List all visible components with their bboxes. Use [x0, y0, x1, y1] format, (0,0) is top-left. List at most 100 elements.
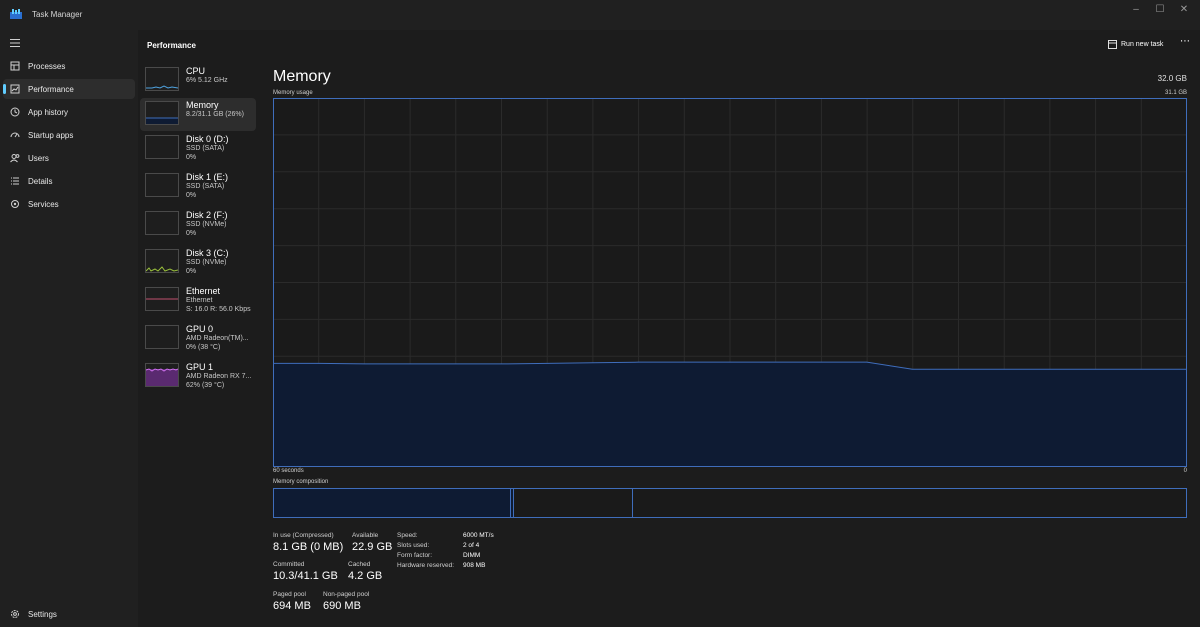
nav-item-settings[interactable]: Settings [3, 605, 135, 625]
composition-free [633, 489, 1186, 517]
tile-detail: AMD Radeon RX 7... [186, 373, 252, 380]
task-manager-icon [10, 9, 22, 19]
disk-2-thumbnail [145, 211, 179, 235]
tile-throughput: S: 16.0 R: 56.0 Kbps [186, 306, 251, 313]
title-bar: Task Manager – ☐ ✕ [0, 0, 1200, 30]
in-use-label: In use (Compressed) [273, 532, 334, 539]
form-factor-label: Form factor: [397, 552, 433, 559]
nav-item-startup-apps[interactable]: Startup apps [3, 125, 135, 145]
tile-name: CPU [186, 66, 206, 76]
tile-utilization: 0% [186, 154, 197, 161]
nav-label: App history [28, 108, 69, 117]
hardware-reserved-label: Hardware reserved: [397, 562, 455, 569]
cached-label: Cached [348, 561, 371, 568]
run-new-task-button[interactable]: Run new task [1106, 39, 1166, 51]
tile-utilization: 0% [186, 192, 197, 199]
memory-usage-graph [273, 98, 1187, 467]
tile-gpu-1[interactable]: GPU 1 AMD Radeon RX 7... 62% (39 °C) [140, 360, 256, 393]
processes-icon [10, 61, 20, 71]
non-paged-pool-label: Non-paged pool [323, 591, 370, 598]
more-options-button[interactable]: ⋯ [1178, 36, 1192, 48]
in-use-value: 8.1 GB (0 MB) [273, 541, 344, 553]
services-icon [11, 200, 19, 208]
app-history-icon [10, 107, 20, 117]
committed-label: Committed [273, 561, 305, 568]
form-factor-value: DIMM [463, 552, 481, 559]
x-axis-end-label: 0 [1183, 468, 1187, 474]
memory-title: Memory [273, 68, 331, 85]
tile-name: Disk 1 (E:) [186, 172, 229, 182]
tile-detail: 6% 5.12 GHz [186, 77, 228, 84]
memory-composition-label: Memory composition [273, 479, 329, 485]
tile-utilization: 0% (38 °C) [186, 344, 221, 351]
ethernet-thumbnail [145, 287, 179, 311]
hamburger-menu-icon[interactable] [9, 38, 21, 48]
nav-item-processes[interactable]: Processes [3, 56, 135, 76]
nav-label: Details [28, 177, 53, 186]
tile-name: GPU 1 [186, 362, 214, 372]
tile-cpu[interactable]: CPU 6% 5.12 GHz [140, 64, 256, 97]
cpu-thumbnail [145, 67, 179, 91]
tile-utilization: 0% [186, 268, 197, 275]
tile-detail: Ethernet [186, 297, 213, 304]
run-new-task-label: Run new task [1121, 41, 1164, 48]
run-task-icon [1108, 40, 1117, 49]
tile-detail: SSD (NVMe) [186, 259, 227, 266]
tile-ethernet[interactable]: Ethernet Ethernet S: 16.0 R: 56.0 Kbps [140, 284, 256, 317]
nav-item-services[interactable]: Services [3, 194, 135, 214]
speed-value: 6000 MT/s [463, 532, 494, 539]
performance-icon [10, 84, 20, 94]
tile-utilization: 0% [186, 230, 197, 237]
slots-used-label: Slots used: [397, 542, 430, 549]
nav-label: Processes [28, 62, 66, 71]
tile-utilization: 62% (39 °C) [186, 382, 225, 389]
committed-value: 10.3/41.1 GB [273, 570, 338, 582]
minimize-button[interactable]: – [1124, 3, 1148, 17]
tile-detail: SSD (NVMe) [186, 221, 227, 228]
slots-used-value: 2 of 4 [463, 542, 480, 549]
tile-name: Ethernet [186, 286, 221, 296]
nav-item-users[interactable]: Users [3, 148, 135, 168]
paged-pool-value: 694 MB [273, 600, 311, 612]
tile-disk-3[interactable]: Disk 3 (C:) SSD (NVMe) 0% [140, 246, 256, 279]
nav-item-app-history[interactable]: App history [3, 102, 135, 122]
cached-value: 4.2 GB [348, 570, 383, 582]
tile-name: Disk 3 (C:) [186, 248, 229, 258]
startup-apps-icon [10, 132, 20, 138]
page-title: Performance [147, 41, 196, 50]
users-icon [10, 154, 20, 163]
available-value: 22.9 GB [352, 541, 393, 553]
memory-composition-bar [273, 488, 1187, 518]
navigation-pane: Processes Performance App history Startu… [0, 30, 138, 627]
non-paged-pool-value: 690 MB [323, 600, 361, 612]
nav-item-performance[interactable]: Performance [3, 79, 135, 99]
memory-thumbnail [145, 101, 179, 125]
memory-total: 32.0 GB [1157, 74, 1187, 83]
paged-pool-label: Paged pool [273, 591, 306, 598]
close-button[interactable]: ✕ [1172, 3, 1196, 17]
tile-detail: SSD (SATA) [186, 145, 225, 152]
tile-disk-0[interactable]: Disk 0 (D:) SSD (SATA) 0% [140, 132, 256, 165]
tile-disk-1[interactable]: Disk 1 (E:) SSD (SATA) 0% [140, 170, 256, 203]
settings-label: Settings [28, 610, 57, 619]
maximize-button[interactable]: ☐ [1148, 3, 1172, 17]
tile-memory[interactable]: Memory 8.2/31.1 GB (26%) [140, 98, 256, 131]
nav-item-details[interactable]: Details [3, 171, 135, 191]
speed-label: Speed: [397, 532, 418, 539]
tile-disk-2[interactable]: Disk 2 (F:) SSD (NVMe) 0% [140, 208, 256, 241]
available-label: Available [352, 532, 379, 539]
tile-detail: AMD Radeon(TM)... [186, 335, 249, 342]
x-axis-start-label: 60 seconds [273, 468, 304, 474]
nav-label: Startup apps [28, 131, 74, 140]
hardware-reserved-value: 908 MB [463, 562, 486, 569]
tile-name: GPU 0 [186, 324, 214, 334]
active-indicator [3, 84, 6, 94]
disk-1-thumbnail [145, 173, 179, 197]
tile-name: Disk 0 (D:) [186, 134, 229, 144]
gpu-0-thumbnail [145, 325, 179, 349]
disk-3-thumbnail [145, 249, 179, 273]
nav-label: Performance [28, 85, 74, 94]
nav-label: Users [28, 154, 49, 163]
tile-gpu-0[interactable]: GPU 0 AMD Radeon(TM)... 0% (38 °C) [140, 322, 256, 355]
memory-usage-max: 31.1 GB [1164, 90, 1187, 96]
